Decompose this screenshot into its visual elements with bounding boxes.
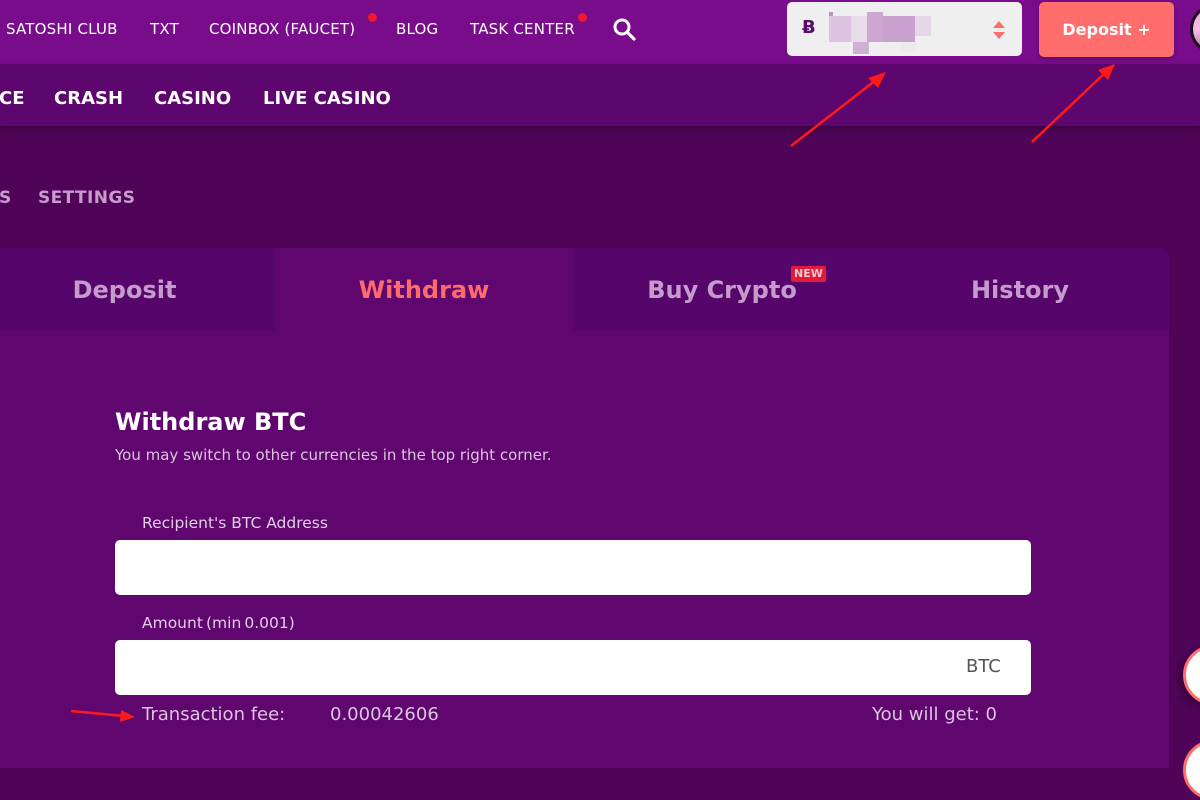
tab-history-label: History (970, 275, 1070, 304)
tab-deposit[interactable]: Deposit (0, 248, 275, 331)
nav-task-center[interactable]: TASK CENTER (470, 20, 575, 38)
transaction-fee-value: 0.00042606 (330, 704, 439, 725)
tab-buy-crypto-label: Buy Crypto (647, 275, 797, 304)
nav-casino[interactable]: CASINO (154, 88, 231, 109)
nav-crash[interactable]: CRASH (54, 88, 123, 109)
deposit-button[interactable]: Deposit + (1039, 2, 1174, 57)
nav-coinbox-faucet[interactable]: COINBOX (FAUCET) (209, 20, 355, 38)
btc-currency-icon: Ƀ (802, 17, 816, 38)
withdraw-form-title: Withdraw BTC (115, 408, 307, 436)
sort-updown-icon (993, 21, 1005, 39)
top-navigation-bar: SATOSHI CLUB TXT COINBOX (FAUCET) BLOG T… (0, 0, 1200, 64)
tab-deposit-label: Deposit (72, 275, 177, 304)
transaction-fee-label: Transaction fee: (142, 704, 286, 725)
amount-currency-suffix: BTC (966, 656, 1001, 677)
search-icon[interactable] (612, 17, 638, 43)
new-badge: NEW (791, 266, 826, 282)
amount-label: Amount (min 0.001) (142, 614, 295, 632)
balance-display-blurred (829, 10, 939, 54)
nav-txt[interactable]: TXT (150, 20, 179, 38)
user-avatar[interactable] (1190, 4, 1200, 54)
task-center-notification-dot (578, 13, 587, 22)
recipient-address-label: Recipient's BTC Address (142, 514, 328, 532)
nav-blog[interactable]: BLOG (396, 20, 438, 38)
tab-withdraw-label: Withdraw (358, 275, 490, 304)
nav-game-partial[interactable]: CE (0, 88, 25, 109)
game-navigation-bar: CE CRASH CASINO LIVE CASINO (0, 64, 1200, 126)
withdraw-form-subtitle: You may switch to other currencies in th… (115, 446, 552, 464)
nav-satoshi-club[interactable]: SATOSHI CLUB (6, 20, 118, 38)
currency-selector[interactable]: Ƀ (787, 2, 1022, 56)
you-will-get-value: You will get: 0 (872, 704, 997, 725)
coinbox-notification-dot (368, 13, 377, 22)
wallet-tabs: Deposit Withdraw Buy Crypto NEW History (0, 248, 1169, 331)
recipient-address-input[interactable] (115, 540, 1031, 595)
tab-withdraw[interactable]: Withdraw (275, 248, 573, 331)
tab-buy-crypto[interactable]: Buy Crypto NEW (573, 248, 871, 331)
amount-input[interactable] (115, 640, 1031, 695)
tab-history[interactable]: History (871, 248, 1169, 331)
floating-secondary-button[interactable] (1183, 740, 1200, 800)
subnav-item-partial[interactable]: S (0, 188, 12, 208)
subnav-settings[interactable]: SETTINGS (38, 188, 135, 208)
nav-live-casino[interactable]: LIVE CASINO (263, 88, 391, 109)
